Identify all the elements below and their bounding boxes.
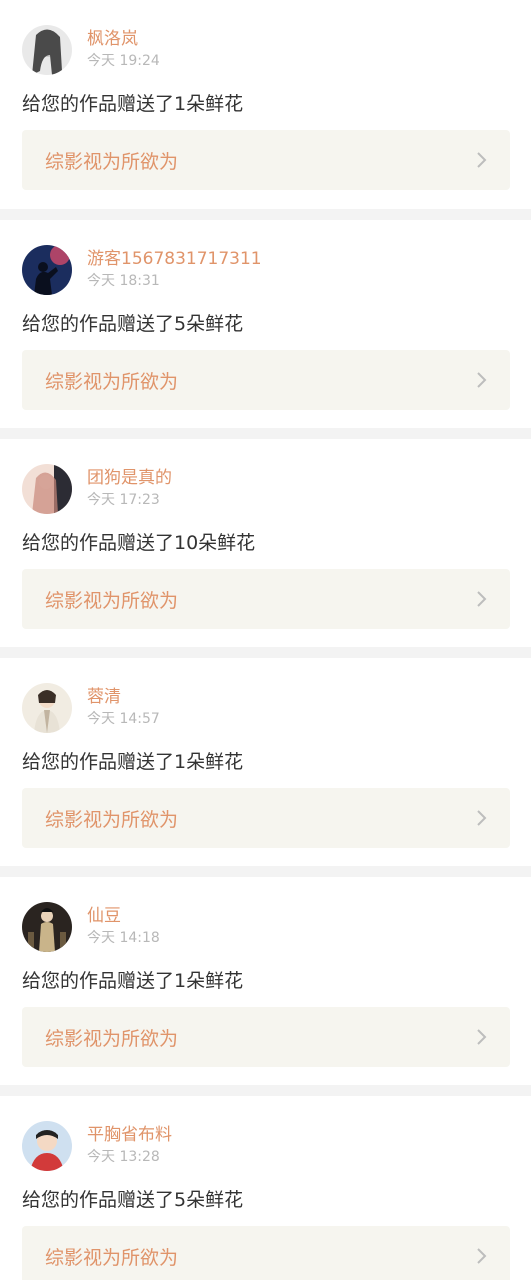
notification-card: 游客1567831717311 今天 18:31 给您的作品赠送了5朵鲜花 综影… <box>0 220 531 428</box>
work-link[interactable]: 综影视为所欲为 <box>22 1226 510 1280</box>
username[interactable]: 游客1567831717311 <box>87 248 262 270</box>
chevron-right-icon <box>477 810 487 826</box>
gift-message: 给您的作品赠送了1朵鲜花 <box>22 93 244 115</box>
username[interactable]: 平胸省布料 <box>87 1124 172 1146</box>
timestamp: 今天 19:24 <box>87 53 160 69</box>
work-link[interactable]: 综影视为所欲为 <box>22 569 510 629</box>
notification-card: 平胸省布料 今天 13:28 给您的作品赠送了5朵鲜花 综影视为所欲为 <box>0 1096 531 1280</box>
chevron-right-icon <box>477 591 487 607</box>
notification-card: 仙豆 今天 14:18 给您的作品赠送了1朵鲜花 综影视为所欲为 <box>0 877 531 1085</box>
avatar[interactable] <box>22 244 72 295</box>
work-link[interactable]: 综影视为所欲为 <box>22 350 510 410</box>
notification-header: 仙豆 今天 14:18 <box>22 901 510 952</box>
work-link[interactable]: 综影视为所欲为 <box>22 130 510 190</box>
chevron-right-icon <box>477 1029 487 1045</box>
avatar[interactable] <box>22 901 72 952</box>
work-title: 综影视为所欲为 <box>45 1246 179 1269</box>
avatar[interactable] <box>22 463 72 514</box>
timestamp: 今天 14:18 <box>87 930 160 946</box>
work-title: 综影视为所欲为 <box>45 589 179 612</box>
work-link[interactable]: 综影视为所欲为 <box>22 1007 510 1067</box>
work-title: 综影视为所欲为 <box>45 808 179 831</box>
work-title: 综影视为所欲为 <box>45 1027 179 1050</box>
notification-feed: 枫洛岚 今天 19:24 给您的作品赠送了1朵鲜花 综影视为所欲为 游客1567… <box>0 0 531 1280</box>
chevron-right-icon <box>477 1248 487 1264</box>
notification-header: 游客1567831717311 今天 18:31 <box>22 244 510 295</box>
timestamp: 今天 17:23 <box>87 492 160 508</box>
notification-card: 团狗是真的 今天 17:23 给您的作品赠送了10朵鲜花 综影视为所欲为 <box>0 439 531 647</box>
gift-message: 给您的作品赠送了10朵鲜花 <box>22 532 256 554</box>
work-title: 综影视为所欲为 <box>45 370 179 393</box>
notification-card: 枫洛岚 今天 19:24 给您的作品赠送了1朵鲜花 综影视为所欲为 <box>0 0 531 209</box>
notification-card: 蓉清 今天 14:57 给您的作品赠送了1朵鲜花 综影视为所欲为 <box>0 658 531 866</box>
chevron-right-icon <box>477 372 487 388</box>
avatar[interactable] <box>22 682 72 733</box>
notification-header: 蓉清 今天 14:57 <box>22 682 510 733</box>
username[interactable]: 仙豆 <box>87 905 160 927</box>
work-link[interactable]: 综影视为所欲为 <box>22 788 510 848</box>
username[interactable]: 团狗是真的 <box>87 467 172 489</box>
avatar[interactable] <box>22 24 72 75</box>
gift-message: 给您的作品赠送了5朵鲜花 <box>22 1189 244 1211</box>
notification-header: 团狗是真的 今天 17:23 <box>22 463 510 514</box>
gift-message: 给您的作品赠送了5朵鲜花 <box>22 313 244 335</box>
avatar[interactable] <box>22 1120 72 1171</box>
work-title: 综影视为所欲为 <box>45 150 179 173</box>
timestamp: 今天 14:57 <box>87 711 160 727</box>
notification-header: 平胸省布料 今天 13:28 <box>22 1120 510 1171</box>
username[interactable]: 蓉清 <box>87 686 160 708</box>
timestamp: 今天 18:31 <box>87 273 160 289</box>
gift-message: 给您的作品赠送了1朵鲜花 <box>22 751 244 773</box>
gift-message: 给您的作品赠送了1朵鲜花 <box>22 970 244 992</box>
username[interactable]: 枫洛岚 <box>87 28 160 50</box>
notification-header: 枫洛岚 今天 19:24 <box>22 24 510 75</box>
chevron-right-icon <box>477 152 487 168</box>
timestamp: 今天 13:28 <box>87 1149 160 1165</box>
